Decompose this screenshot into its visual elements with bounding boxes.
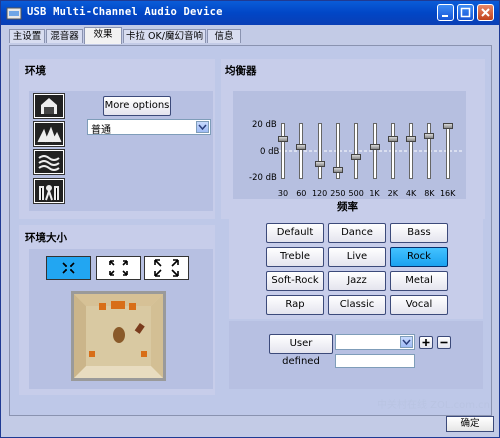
tab-karaoke[interactable]: 卡拉 OK/魔幻音响: [123, 29, 206, 43]
house-icon: [35, 95, 63, 117]
maximize-button[interactable]: [457, 4, 474, 21]
eq-slider-thumb-120[interactable]: [314, 160, 325, 167]
env-house-button[interactable]: [33, 93, 65, 119]
eq-slider-thumb-4k[interactable]: [406, 135, 417, 142]
preset-classic-button[interactable]: Classic: [328, 295, 386, 315]
env-underwater-button[interactable]: [33, 149, 65, 175]
watermark: 中关村在线 ZOL.com.cn: [377, 400, 491, 411]
preset-soft-rock-button[interactable]: Soft-Rock: [266, 271, 324, 291]
window-title: USB Multi-Channel Audio Device: [27, 6, 223, 18]
close-button[interactable]: [477, 4, 494, 21]
preset-live-button[interactable]: Live: [328, 247, 386, 267]
preset-jazz-button[interactable]: Jazz: [328, 271, 386, 291]
eq-slider-thumb-250[interactable]: [332, 166, 343, 173]
eq-slider-thumb-1k[interactable]: [369, 144, 380, 151]
eq-slider-track-8k[interactable]: [427, 123, 432, 179]
preset-dance-button[interactable]: Dance: [328, 223, 386, 243]
environment-size-heading: 环境大小: [25, 232, 67, 244]
listener-icon: [113, 327, 125, 343]
ok-button[interactable]: 确定: [446, 416, 494, 432]
speaker-front-right-icon: [129, 303, 136, 310]
eq-freq-label: 16K: [439, 189, 456, 198]
eq-slider-thumb-500[interactable]: [351, 154, 362, 161]
eq-slider-thumb-60[interactable]: [296, 144, 307, 151]
eq-slider-track-2k[interactable]: [390, 123, 395, 179]
tab-main-settings[interactable]: 主设置: [9, 29, 45, 43]
env-concert-button[interactable]: [33, 178, 65, 204]
preset-treble-button[interactable]: Treble: [266, 247, 324, 267]
env-size-large-button[interactable]: [144, 256, 189, 280]
preset-bass-button[interactable]: Bass: [390, 223, 448, 243]
env-size-small-button[interactable]: [46, 256, 91, 280]
title-bar[interactable]: USB Multi-Channel Audio Device: [1, 1, 499, 25]
room-preview: [71, 291, 166, 381]
equalizer-heading: 均衡器: [225, 65, 257, 77]
user-defined-button[interactable]: User defined: [269, 334, 333, 367]
remove-preset-button[interactable]: [437, 336, 451, 349]
add-preset-button[interactable]: [419, 336, 433, 349]
concert-icon: [35, 180, 63, 202]
tab-effects[interactable]: 效果: [84, 27, 122, 44]
eq-slider-thumb-30[interactable]: [278, 135, 288, 142]
environment-preset-value: 普通: [91, 125, 111, 136]
chevron-down-icon[interactable]: [196, 121, 209, 133]
speaker-rear-left-icon: [89, 351, 95, 357]
tab-mixer[interactable]: 混音器: [46, 29, 83, 43]
more-options-button[interactable]: More options: [103, 96, 171, 116]
preset-name-input[interactable]: [335, 354, 415, 368]
env-opera-button[interactable]: [33, 121, 65, 147]
opera-house-icon: [35, 123, 63, 145]
speaker-front-left-icon: [99, 303, 106, 310]
db-label-bottom: -20 dB: [249, 173, 277, 183]
plus-icon: [422, 339, 430, 346]
db-label-top: 20 dB: [252, 120, 277, 130]
preset-metal-button[interactable]: Metal: [390, 271, 448, 291]
maximize-icon: [460, 7, 471, 18]
eq-slider-track-30[interactable]: [281, 123, 285, 179]
frequency-axis-label: 频率: [337, 201, 358, 213]
db-label-mid: 0 dB: [260, 147, 280, 157]
underwater-icon: [35, 151, 63, 173]
eq-slider-track-120[interactable]: [317, 123, 322, 179]
tab-info[interactable]: 信息: [207, 29, 241, 43]
preset-vocal-button[interactable]: Vocal: [390, 295, 448, 315]
app-icon: [6, 7, 22, 20]
chevron-down-icon[interactable]: [400, 336, 413, 348]
preset-rap-button[interactable]: Rap: [266, 295, 324, 315]
minimize-button[interactable]: [437, 4, 454, 21]
environment-preset-select[interactable]: 普通: [87, 119, 211, 136]
eq-slider-thumb-2k[interactable]: [387, 135, 398, 142]
app-window: USB Multi-Channel Audio Device 主设置 混音器 效…: [0, 0, 500, 438]
env-size-medium-button[interactable]: [96, 256, 141, 280]
eq-slider-track-500[interactable]: [354, 123, 359, 179]
eq-slider-track-16k[interactable]: [445, 123, 450, 179]
arrows-medium-icon: [109, 260, 128, 276]
eq-slider-thumb-16k[interactable]: [442, 123, 453, 129]
eq-slider-track-1k[interactable]: [372, 123, 377, 179]
speaker-rear-right-icon: [141, 351, 147, 357]
speaker-center-icon: [111, 301, 125, 309]
environment-heading: 环境: [25, 65, 46, 77]
user-defined-select[interactable]: [335, 334, 415, 350]
minus-icon: [440, 341, 448, 344]
close-icon: [481, 8, 490, 17]
eq-slider-track-60[interactable]: [299, 123, 304, 179]
arrows-inward-icon: [62, 262, 75, 274]
preset-default-button[interactable]: Default: [266, 223, 324, 243]
eq-slider-thumb-8k[interactable]: [424, 133, 435, 139]
preset-rock-button[interactable]: Rock: [390, 247, 448, 267]
minimize-icon: [442, 15, 448, 17]
arrows-outward-icon: [154, 259, 179, 277]
eq-slider-track-4k[interactable]: [409, 123, 414, 179]
